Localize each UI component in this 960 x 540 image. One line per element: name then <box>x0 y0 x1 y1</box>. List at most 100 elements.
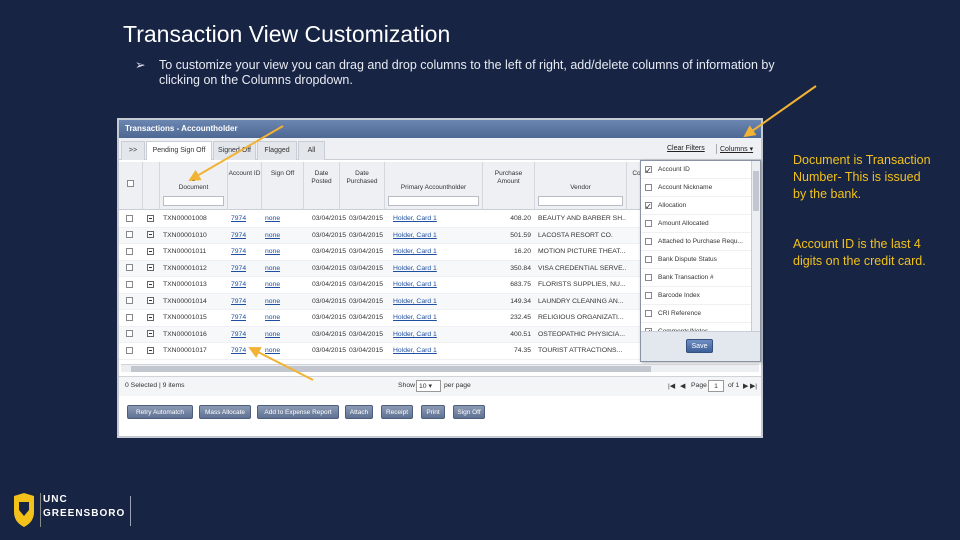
row-checkbox[interactable] <box>126 214 133 222</box>
accountholder-link[interactable]: Holder, Card 1 <box>393 314 437 321</box>
columns-scrollbar[interactable] <box>751 161 760 331</box>
first-page-icon[interactable]: |◀ <box>668 382 675 390</box>
vendor-filter-input[interactable] <box>538 196 623 206</box>
row-checkbox[interactable] <box>126 231 133 239</box>
tab-all[interactable]: All <box>298 141 325 160</box>
account-id-link[interactable]: 7974 <box>231 232 246 239</box>
header-date-posted[interactable]: Date Posted <box>304 162 340 210</box>
header-vendor[interactable]: Vendor <box>535 162 627 210</box>
collapse-icon[interactable] <box>147 330 154 338</box>
header-purchase-amount[interactable]: Purchase Amount <box>483 162 535 210</box>
account-id-link[interactable]: 7974 <box>231 331 246 338</box>
sign-off-link[interactable]: none <box>265 347 280 354</box>
accountholder-link[interactable]: Holder, Card 1 <box>393 331 437 338</box>
accountholder-link[interactable]: Holder, Card 1 <box>393 347 437 354</box>
row-checkbox[interactable] <box>126 313 133 321</box>
prev-page-icon[interactable]: ◀ <box>680 382 685 390</box>
per-page-select[interactable]: 10 ▾ <box>416 380 441 392</box>
column-option[interactable]: Bank Transaction # <box>641 269 760 287</box>
account-id-link[interactable]: 7974 <box>231 347 246 354</box>
document-filter-input[interactable] <box>163 196 224 206</box>
row-checkbox[interactable] <box>126 297 133 305</box>
header-account-id[interactable]: Account ID <box>228 162 262 210</box>
row-checkbox[interactable] <box>126 346 133 354</box>
horizontal-scroll-thumb[interactable] <box>131 366 651 372</box>
sign-off-link[interactable]: none <box>265 298 280 305</box>
select-all-checkbox[interactable] <box>127 180 134 187</box>
collapse-icon[interactable] <box>147 247 154 255</box>
tab-expand[interactable]: >> <box>121 141 145 160</box>
accountholder-link[interactable]: Holder, Card 1 <box>393 281 437 288</box>
sign-off-link[interactable]: none <box>265 232 280 239</box>
column-option[interactable]: CRI Reference <box>641 305 760 323</box>
account-id-link[interactable]: 7974 <box>231 314 246 321</box>
sign-off-link[interactable]: none <box>265 215 280 222</box>
columns-scroll-thumb[interactable] <box>753 171 759 211</box>
column-option-checkbox[interactable] <box>645 256 652 263</box>
attach-button[interactable]: Attach <box>345 405 373 419</box>
collapse-icon[interactable] <box>147 297 154 305</box>
account-id-link[interactable]: 7974 <box>231 265 246 272</box>
sign-off-link[interactable]: none <box>265 281 280 288</box>
accountholder-link[interactable]: Holder, Card 1 <box>393 232 437 239</box>
row-checkbox[interactable] <box>126 264 133 272</box>
save-button[interactable]: Save <box>686 339 713 353</box>
sign-off-link[interactable]: none <box>265 265 280 272</box>
column-option-checkbox[interactable] <box>645 220 652 227</box>
sign-off-link[interactable]: none <box>265 314 280 321</box>
collapse-icon[interactable] <box>147 280 154 288</box>
accountholder-filter-input[interactable] <box>388 196 479 206</box>
collapse-icon[interactable] <box>147 264 154 272</box>
collapse-icon[interactable] <box>147 313 154 321</box>
account-id-link[interactable]: 7974 <box>231 281 246 288</box>
collapse-icon[interactable] <box>147 346 154 354</box>
account-id-link[interactable]: 7974 <box>231 298 246 305</box>
clear-filters-link[interactable]: Clear Filters <box>667 145 705 152</box>
add-to-expense-report-button[interactable]: Add to Expense Report <box>257 405 339 419</box>
column-option-checkbox[interactable] <box>645 184 652 191</box>
column-option-checkbox[interactable] <box>645 162 652 178</box>
last-page-icon[interactable]: ▶| <box>750 382 757 390</box>
columns-dropdown[interactable]: Columns ▾ <box>716 145 753 153</box>
accountholder-link[interactable]: Holder, Card 1 <box>393 215 437 222</box>
column-option-checkbox[interactable] <box>645 310 652 317</box>
header-document[interactable]: ▲ Document <box>160 162 228 210</box>
collapse-icon[interactable] <box>147 231 154 239</box>
sign-off-link[interactable]: none <box>265 331 280 338</box>
header-date-purchased[interactable]: Date Purchased <box>340 162 385 210</box>
receipt-button[interactable]: Receipt <box>381 405 413 419</box>
horizontal-scrollbar[interactable] <box>121 364 759 372</box>
column-option-checkbox[interactable] <box>645 198 652 214</box>
print-button[interactable]: Print <box>421 405 445 419</box>
mass-allocate-button[interactable]: Mass Allocate <box>199 405 251 419</box>
column-option-checkbox[interactable] <box>645 238 652 245</box>
row-checkbox[interactable] <box>126 280 133 288</box>
column-option[interactable]: Allocation <box>641 197 760 215</box>
next-page-icon[interactable]: ▶ <box>743 382 748 390</box>
header-primary-accountholder[interactable]: Primary Accountholder <box>385 162 483 210</box>
column-option[interactable]: Account ID <box>641 161 760 179</box>
tab-pending-sign-off[interactable]: Pending Sign Off <box>146 141 212 160</box>
retry-automatch-button[interactable]: Retry Automatch <box>127 405 193 419</box>
column-option[interactable]: Bank Dispute Status <box>641 251 760 269</box>
row-checkbox[interactable] <box>126 330 133 338</box>
account-id-link[interactable]: 7974 <box>231 215 246 222</box>
sign-off-link[interactable]: none <box>265 248 280 255</box>
collapse-icon[interactable] <box>147 214 154 222</box>
accountholder-link[interactable]: Holder, Card 1 <box>393 298 437 305</box>
column-option[interactable]: Barcode Index <box>641 287 760 305</box>
page-number-input[interactable]: 1 <box>708 380 724 392</box>
column-option[interactable]: Account Nickname <box>641 179 760 197</box>
accountholder-link[interactable]: Holder, Card 1 <box>393 248 437 255</box>
tab-signed-off[interactable]: Signed Off <box>213 141 256 160</box>
tab-flagged[interactable]: Flagged <box>257 141 297 160</box>
accountholder-link[interactable]: Holder, Card 1 <box>393 265 437 272</box>
column-option[interactable]: Attached to Purchase Requ... <box>641 233 760 251</box>
header-select[interactable] <box>119 162 143 210</box>
column-option[interactable]: Amount Allocated <box>641 215 760 233</box>
row-checkbox[interactable] <box>126 247 133 255</box>
column-option-checkbox[interactable] <box>645 292 652 299</box>
column-option-checkbox[interactable] <box>645 274 652 281</box>
account-id-link[interactable]: 7974 <box>231 248 246 255</box>
sign-off-button[interactable]: Sign Off <box>453 405 485 419</box>
